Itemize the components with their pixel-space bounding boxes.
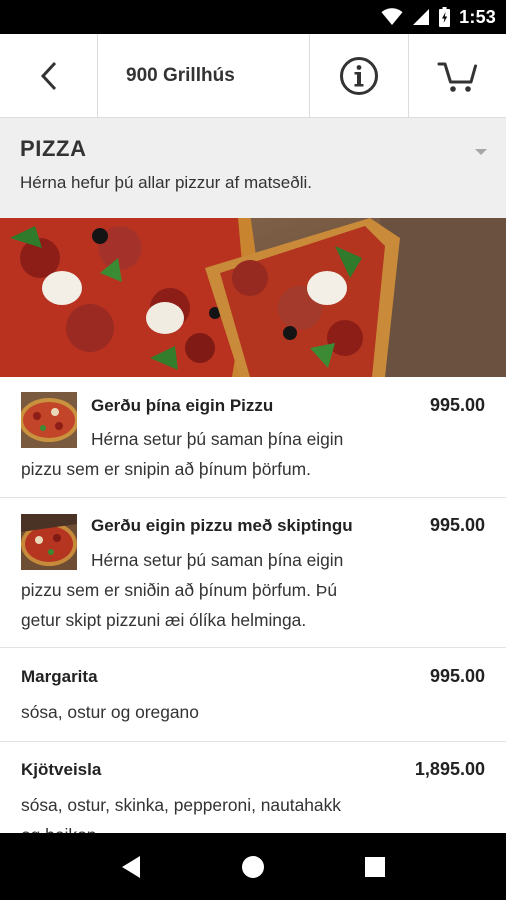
list-item[interactable]: Gerðu eigin pizzu með skiptingu 995.00 H… — [0, 498, 506, 648]
category-header[interactable]: PIZZA Hérna hefur þú allar pizzur af mat… — [0, 118, 506, 218]
item-description: Hérna setur þú saman þína eigin pizzu se… — [21, 550, 344, 630]
list-item[interactable]: Margarita 995.00 sósa, ostur og oregano — [0, 648, 506, 742]
navigation-bar — [0, 833, 506, 900]
info-icon — [340, 57, 378, 95]
status-time: 1:53 — [459, 6, 496, 27]
back-arrow-icon — [40, 61, 56, 91]
circle-home-icon — [242, 855, 264, 878]
item-price: 995.00 — [429, 666, 485, 686]
status-icons: 1:53 — [381, 0, 496, 34]
signal-icon — [413, 9, 430, 25]
list-item[interactable]: Kjötveisla 1,895.00 sósa, ostur, skinka,… — [0, 742, 506, 833]
app-bar: 900 Grillhús — [0, 34, 506, 118]
dropdown-caret-icon[interactable] — [475, 149, 487, 155]
category-hero-image — [0, 218, 506, 377]
nav-back-button[interactable] — [111, 847, 151, 887]
item-price: 1,895.00 — [414, 759, 485, 779]
page-title: 900 Grillhús — [126, 65, 235, 86]
item-price: 995.00 — [429, 515, 485, 535]
square-recents-icon — [365, 856, 385, 877]
item-description: Hérna setur þú saman þína eigin pizzu se… — [21, 429, 344, 479]
cart-button[interactable] — [409, 34, 506, 118]
status-bar: 1:53 — [0, 0, 506, 34]
category-title: PIZZA — [20, 136, 87, 161]
wifi-icon — [381, 8, 403, 26]
title-cell: 900 Grillhús — [98, 34, 310, 118]
cart-icon — [437, 62, 477, 92]
battery-icon — [439, 7, 451, 27]
item-description: sósa, ostur, skinka, pepperoni, nautahak… — [21, 795, 341, 833]
list-item[interactable]: Gerðu þína eigin Pizzu 995.00 Hérna setu… — [0, 377, 506, 498]
item-name: Gerðu þína eigin Pizzu — [91, 396, 274, 415]
item-description: sósa, ostur og oregano — [21, 702, 199, 722]
triangle-back-icon — [122, 855, 140, 878]
nav-home-button[interactable] — [233, 847, 273, 887]
item-price: 995.00 — [429, 395, 485, 415]
item-name: Margarita — [21, 667, 98, 686]
back-button[interactable] — [0, 34, 98, 118]
category-description: Hérna hefur þú allar pizzur af matseðli. — [20, 173, 312, 192]
item-name: Gerðu eigin pizzu með skiptingu — [91, 516, 353, 535]
nav-recents-button[interactable] — [355, 847, 395, 887]
menu-list: Gerðu þína eigin Pizzu 995.00 Hérna setu… — [0, 377, 506, 833]
item-name: Kjötveisla — [21, 760, 102, 779]
info-button[interactable] — [310, 34, 409, 118]
